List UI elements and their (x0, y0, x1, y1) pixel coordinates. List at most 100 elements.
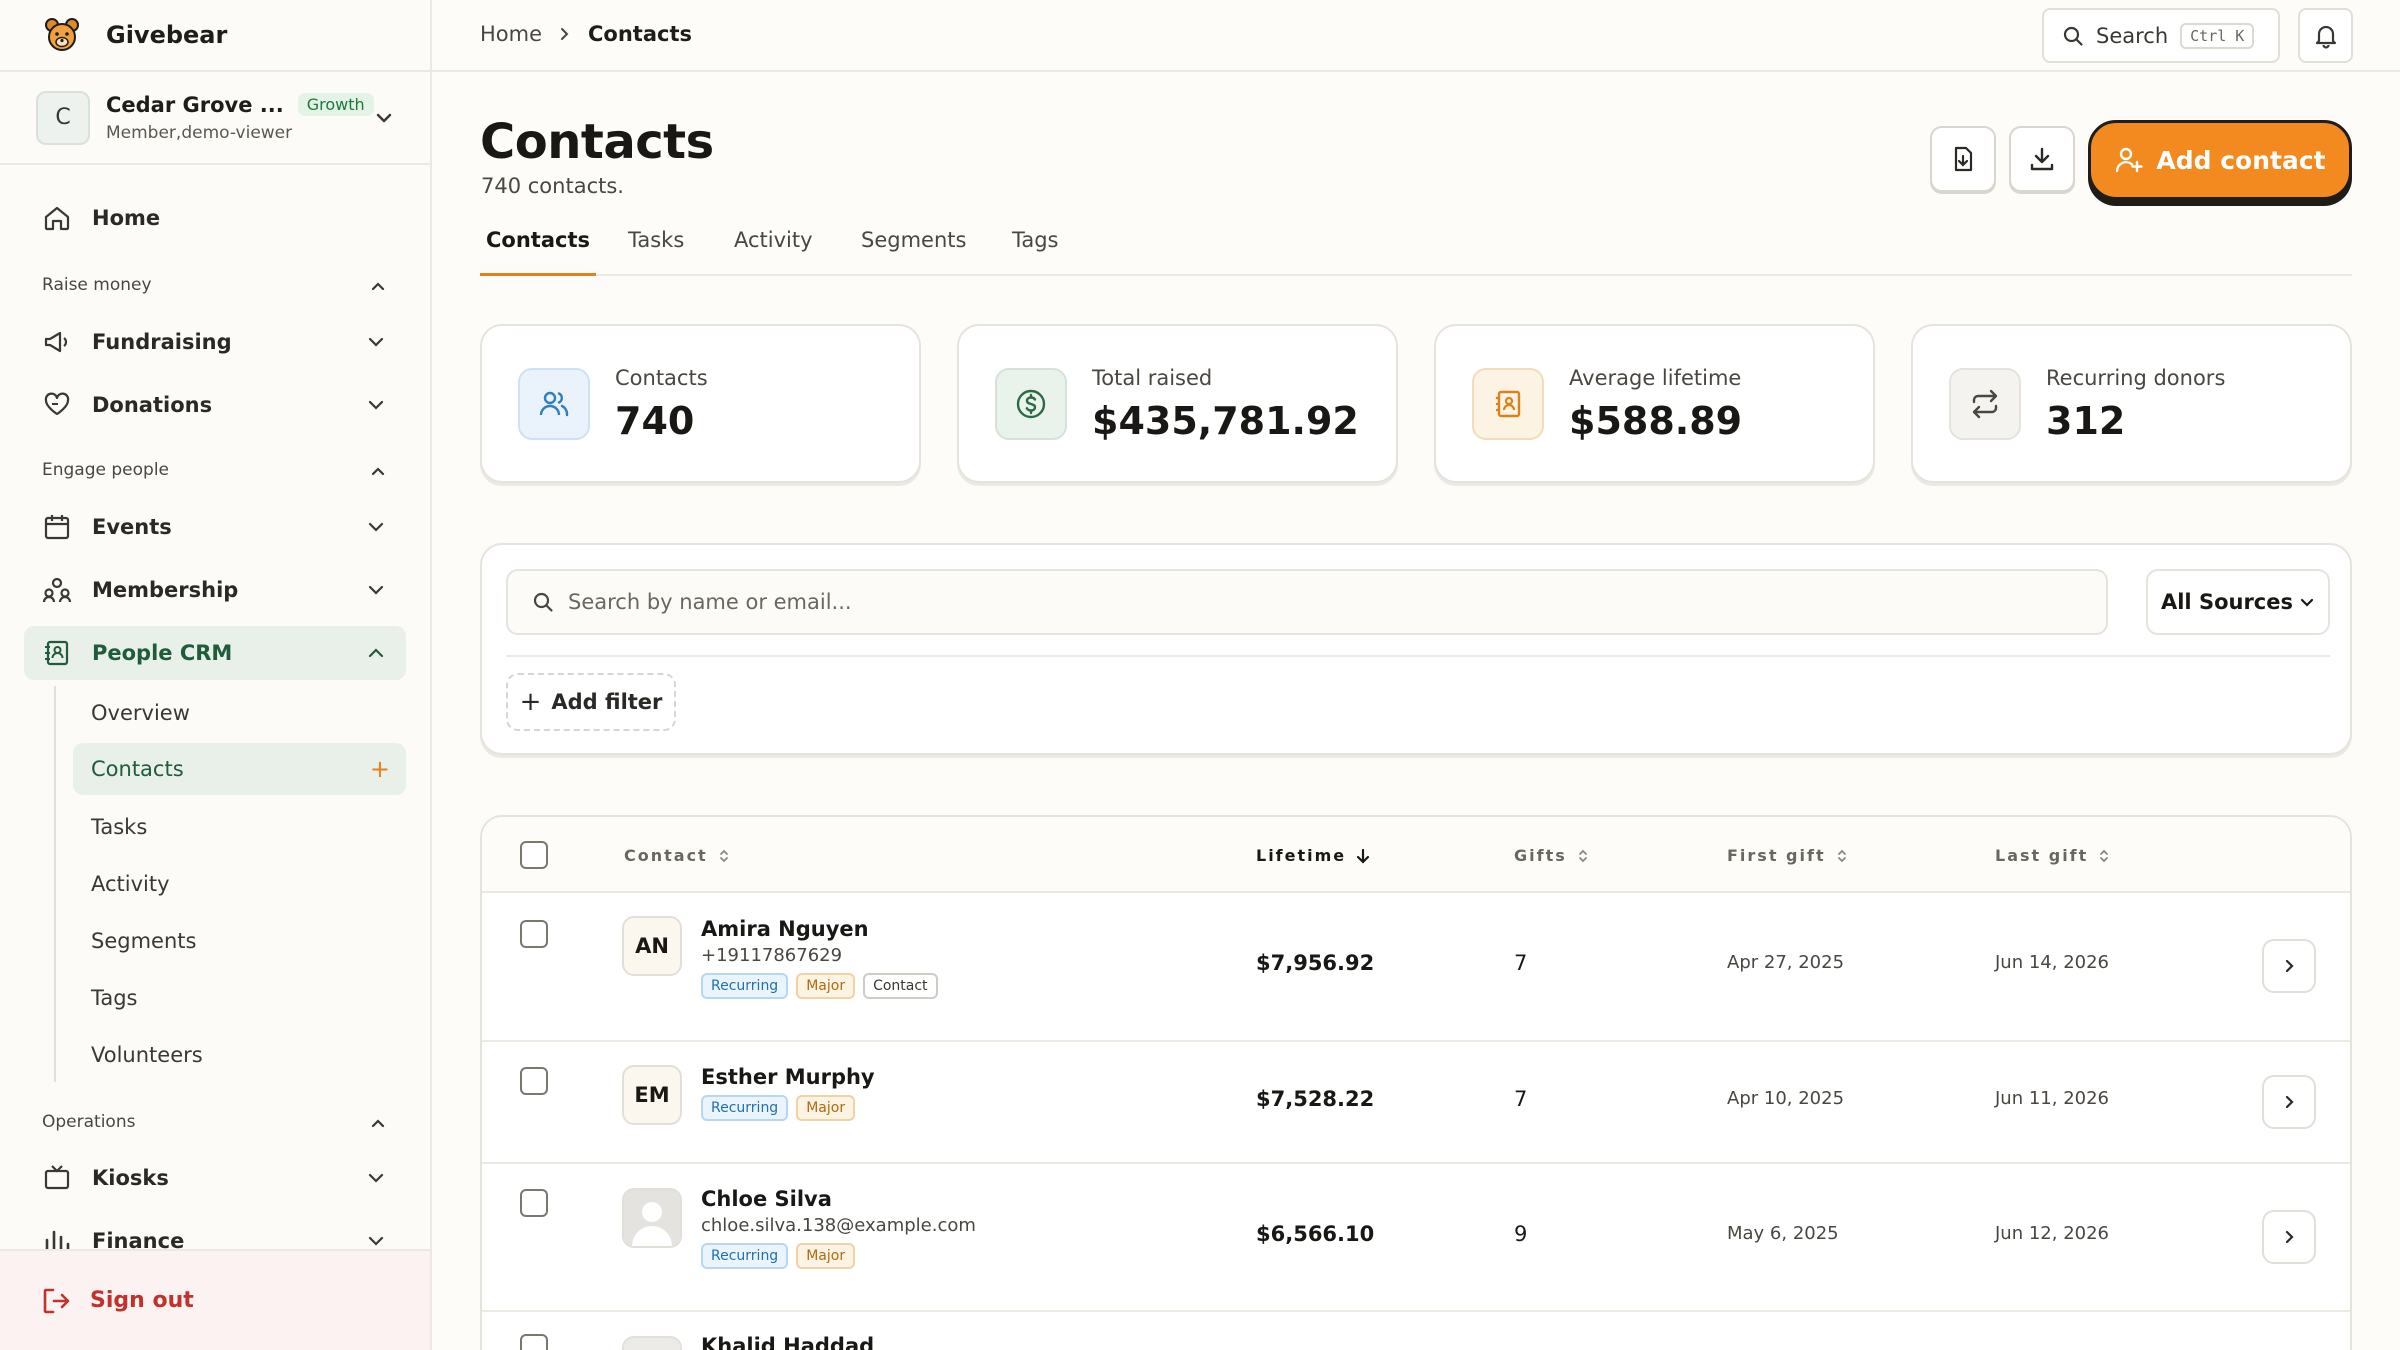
table-row[interactable]: Khalid Haddad (482, 1312, 2350, 1350)
sidebar-item-finance[interactable]: Finance (24, 1214, 406, 1249)
column-header-gifts[interactable]: Gifts (1514, 846, 1589, 865)
sidebar-subitem-activity[interactable]: Activity (73, 858, 406, 910)
stat-value: $588.89 (1569, 399, 1743, 443)
tab-activity[interactable]: Activity (734, 228, 813, 276)
import-button[interactable] (1930, 126, 1996, 192)
calendar-icon (44, 515, 70, 540)
stat-value: 312 (2046, 399, 2126, 443)
avatar: EM (622, 1065, 682, 1125)
contact-name[interactable]: Esther Murphy (701, 1065, 875, 1089)
sidebar-item-home[interactable]: Home (24, 191, 406, 245)
sidebar-item-kiosks[interactable]: Kiosks (24, 1151, 406, 1205)
source-select[interactable]: All Sources (2146, 569, 2330, 635)
subitem-label: Tags (91, 986, 138, 1010)
stat-label: Total raised (1092, 366, 1213, 390)
sidebar-item-people-crm[interactable]: People CRM (24, 626, 406, 680)
bell-icon (2315, 25, 2336, 49)
notifications-button[interactable] (2298, 8, 2353, 63)
tab-tags[interactable]: Tags (1012, 228, 1059, 276)
lifetime-amount: $7,956.92 (1256, 951, 1375, 975)
open-contact-button[interactable] (2262, 939, 2316, 993)
sidebar-item-label: Fundraising (92, 330, 232, 354)
row-checkbox[interactable] (520, 920, 548, 948)
people-icon (518, 368, 590, 440)
table-row[interactable]: AN Amira Nguyen +19117867629 Recurring M… (482, 893, 2350, 1042)
contact-name[interactable]: Khalid Haddad (701, 1334, 874, 1350)
tab-contacts[interactable]: Contacts (480, 228, 596, 276)
plus-icon[interactable]: + (370, 755, 390, 783)
megaphone-icon (44, 331, 68, 353)
add-contact-label: Add contact (2156, 145, 2326, 175)
sidebar-item-label: Finance (92, 1229, 185, 1249)
stat-value: $435,781.92 (1092, 399, 1359, 443)
sign-out-button[interactable]: Sign out (0, 1249, 430, 1350)
contact-name[interactable]: Amira Nguyen (701, 917, 869, 941)
sidebar-subitem-overview[interactable]: Overview (73, 687, 406, 739)
org-switcher[interactable]: C Cedar Grove ... Growth Member,demo-vie… (0, 72, 430, 165)
sidebar-subitem-volunteers[interactable]: Volunteers (73, 1029, 406, 1081)
file-import-icon (1954, 146, 1973, 172)
avatar: AN (622, 916, 682, 976)
chevron-down-icon (368, 1236, 384, 1246)
export-button[interactable] (2009, 126, 2075, 192)
tab-tasks[interactable]: Tasks (628, 228, 684, 276)
sidebar: Givebear C Cedar Grove ... Growth Member… (0, 0, 432, 1350)
column-label: Lifetime (1256, 846, 1347, 865)
download-icon (2030, 147, 2054, 171)
app-name: Givebear (106, 21, 228, 49)
column-header-last-gift[interactable]: Last gift (1995, 846, 2110, 865)
tag-contact: Contact (863, 973, 938, 999)
org-avatar: C (36, 90, 90, 145)
breadcrumb-home[interactable]: Home (480, 22, 542, 46)
contacts-table: Contact Lifetime Gifts First gift Last g… (480, 815, 2352, 1350)
column-header-contact[interactable]: Contact (624, 846, 730, 865)
global-search-button[interactable]: Search Ctrl K (2042, 8, 2280, 63)
heart-hand-icon (44, 392, 70, 416)
select-all-checkbox[interactable] (520, 841, 548, 869)
home-icon (44, 206, 70, 231)
row-checkbox[interactable] (520, 1067, 548, 1095)
address-book-icon (45, 640, 69, 666)
sidebar-item-fundraising[interactable]: Fundraising (24, 315, 406, 369)
sidebar-subitem-tasks[interactable]: Tasks (73, 801, 406, 853)
column-header-first-gift[interactable]: First gift (1727, 846, 1848, 865)
sidebar-subitem-contacts[interactable]: Contacts + (73, 743, 406, 795)
chevron-right-icon (2285, 1230, 2294, 1244)
avatar (622, 1336, 682, 1350)
add-contact-button[interactable]: Add contact (2088, 120, 2352, 200)
brand[interactable]: Givebear (0, 0, 430, 72)
subitem-label: Contacts (91, 757, 184, 781)
stat-label: Recurring donors (2046, 366, 2226, 390)
contact-search-input[interactable]: Search by name or email... (506, 569, 2108, 635)
tab-segments[interactable]: Segments (861, 228, 966, 276)
chevron-down-icon (368, 522, 384, 532)
add-filter-button[interactable]: + Add filter (506, 673, 676, 731)
contact-email: chloe.silva.138@example.com (701, 1215, 976, 1236)
sidebar-subitem-segments[interactable]: Segments (73, 915, 406, 967)
table-row[interactable]: Chloe Silva chloe.silva.138@example.com … (482, 1164, 2350, 1312)
open-contact-button[interactable] (2262, 1210, 2316, 1264)
table-row[interactable]: EM Esther Murphy Recurring Major $7,528.… (482, 1042, 2350, 1164)
row-checkbox[interactable] (520, 1189, 548, 1217)
plus-icon: + (519, 687, 542, 717)
subitem-label: Activity (91, 872, 170, 896)
sidebar-subitem-tags[interactable]: Tags (73, 972, 406, 1024)
open-contact-button[interactable] (2262, 1075, 2316, 1129)
sidebar-item-donations[interactable]: Donations (24, 378, 406, 432)
chevron-up-icon[interactable] (369, 278, 387, 296)
sidebar-item-events[interactable]: Events (24, 500, 406, 554)
chevron-up-icon[interactable] (369, 463, 387, 481)
tag-recurring: Recurring (701, 973, 789, 999)
sort-icon (719, 849, 728, 862)
search-label: Search (2096, 23, 2169, 48)
contact-name[interactable]: Chloe Silva (701, 1187, 832, 1211)
column-label: Last gift (1995, 846, 2089, 865)
chevron-down-icon (368, 337, 384, 347)
sidebar-item-membership[interactable]: Membership (24, 563, 406, 617)
row-checkbox[interactable] (520, 1334, 548, 1350)
chevron-up-icon[interactable] (369, 1115, 387, 1133)
subitem-label: Segments (91, 929, 197, 953)
section-label-raise-money: Raise money (42, 275, 152, 295)
column-header-lifetime[interactable]: Lifetime (1256, 846, 1370, 865)
submenu-guide-line (54, 686, 56, 1082)
